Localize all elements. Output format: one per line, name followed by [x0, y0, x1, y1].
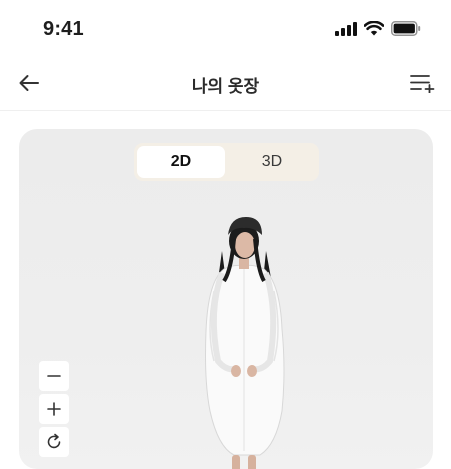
wifi-icon [364, 21, 384, 36]
status-bar: 9:41 [0, 0, 451, 58]
status-time: 9:41 [43, 18, 84, 40]
plus-icon [47, 402, 61, 416]
rotate-button[interactable] [39, 427, 69, 457]
zoom-controls [39, 361, 69, 457]
signal-icon [335, 21, 357, 36]
view-mode-toggle: 2D 3D [134, 143, 319, 181]
mode-2d-button[interactable]: 2D [137, 146, 225, 178]
battery-icon [391, 21, 421, 36]
minus-icon [47, 375, 61, 377]
list-add-icon [410, 75, 435, 93]
navigation-bar: 나의 옷장 [0, 58, 451, 111]
status-icons [335, 21, 421, 36]
rotate-icon [47, 433, 61, 449]
model-figure [205, 217, 285, 469]
list-add-button[interactable] [409, 70, 437, 96]
page-title: 나의 옷장 [191, 77, 260, 96]
outfit-viewer: 2D 3D [19, 129, 433, 469]
zoom-in-button[interactable] [39, 394, 69, 424]
mode-3d-button[interactable]: 3D [228, 146, 316, 178]
zoom-out-button[interactable] [39, 361, 69, 391]
